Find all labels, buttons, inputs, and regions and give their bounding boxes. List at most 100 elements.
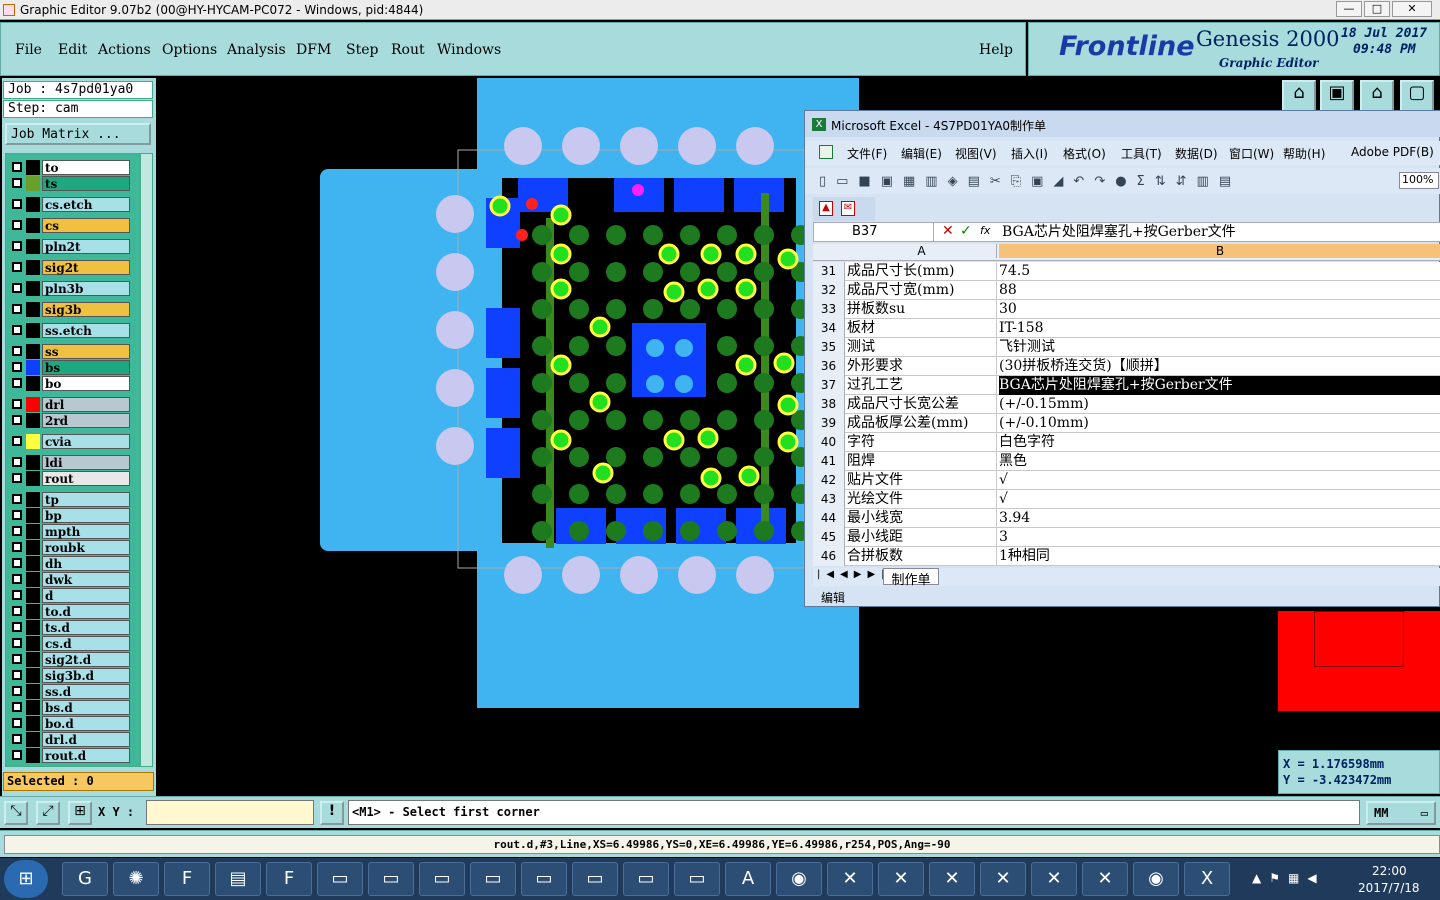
sheet-tab[interactable]: 制作单	[883, 568, 939, 588]
layer-checkbox[interactable]	[12, 622, 22, 632]
layer-color-swatch[interactable]	[26, 492, 40, 507]
layer-color-swatch[interactable]	[26, 260, 40, 275]
layer-color-swatch[interactable]	[26, 197, 40, 212]
excel-menu-item[interactable]: 文件(F)	[847, 145, 887, 162]
taskbar-app-icon[interactable]: F	[266, 862, 312, 896]
sheet-row[interactable]: 34 板材 IT-158	[813, 319, 1440, 338]
excel-menu-item[interactable]: 帮助(H)	[1283, 145, 1325, 162]
layer-color-swatch[interactable]	[26, 684, 40, 699]
row-number[interactable]: 34	[813, 319, 845, 338]
layer-color-swatch[interactable]	[26, 160, 40, 175]
layer-checkbox[interactable]	[12, 606, 22, 616]
taskbar-app-icon[interactable]: ▭	[572, 862, 618, 896]
row-number[interactable]: 40	[813, 433, 845, 452]
cell-a[interactable]: 拼板数su	[847, 300, 997, 319]
taskbar-app-icon[interactable]: ▭	[317, 862, 363, 896]
window-icon[interactable]: ▢	[1400, 80, 1434, 112]
clock-date[interactable]: 2017/7/18	[1358, 881, 1420, 895]
excel-menu-item[interactable]: 窗口(W)	[1229, 145, 1274, 162]
cell-b[interactable]: (+/-0.15mm)	[999, 395, 1440, 414]
cell-a[interactable]: 过孔工艺	[847, 376, 997, 395]
layer-checkbox[interactable]	[12, 325, 22, 335]
cell-b[interactable]: 30	[999, 300, 1440, 319]
clock-time[interactable]: 22:00	[1372, 864, 1407, 878]
layer-checkbox[interactable]	[12, 457, 22, 467]
layer-color-swatch[interactable]	[26, 716, 40, 731]
layer-checkbox[interactable]	[12, 378, 22, 388]
sheet-row[interactable]: 46 合拼板数 1种相同	[813, 547, 1440, 566]
sheet-row[interactable]: 33 拼板数su 30	[813, 300, 1440, 319]
layer-color-swatch[interactable]	[26, 413, 40, 428]
layer-color-swatch[interactable]	[26, 636, 40, 651]
sheet-row[interactable]: 32 成品尺寸宽(mm) 88	[813, 281, 1440, 300]
sheet-row[interactable]: 42 贴片文件 √	[813, 471, 1440, 490]
cell-b[interactable]: BGA芯片处阻焊塞孔+按Gerber文件	[999, 376, 1440, 395]
layer-color-swatch[interactable]	[26, 344, 40, 359]
pan-icon[interactable]: ⤢	[36, 801, 60, 825]
home-icon[interactable]: ⌂	[1282, 80, 1316, 112]
cell-b[interactable]: (30拼板桥连交货)【顺拼】	[999, 357, 1440, 376]
row-number[interactable]: 38	[813, 395, 845, 414]
taskbar-app-icon[interactable]: ◉	[776, 862, 822, 896]
layer-checkbox[interactable]	[12, 574, 22, 584]
taskbar-app-icon[interactable]: ▭	[419, 862, 465, 896]
layer-checkbox[interactable]	[12, 510, 22, 520]
cell-b[interactable]: (+/-0.10mm)	[999, 414, 1440, 433]
row-number[interactable]: 31	[813, 262, 845, 281]
start-button[interactable]: ⊞	[4, 860, 48, 898]
cell-b[interactable]: 3.94	[999, 509, 1440, 528]
sheet-row[interactable]: 43 光绘文件 √	[813, 490, 1440, 509]
layer-checkbox[interactable]	[12, 558, 22, 568]
cell-b[interactable]: IT-158	[999, 319, 1440, 338]
cell-a[interactable]: 外形要求	[847, 357, 997, 376]
row-number[interactable]: 35	[813, 338, 845, 357]
cell-a[interactable]: 字符	[847, 433, 997, 452]
excel-menu-item[interactable]: 格式(O)	[1063, 145, 1106, 162]
sheet-row[interactable]: 41 阻焊 黑色	[813, 452, 1440, 471]
row-number[interactable]: 42	[813, 471, 845, 490]
close-button[interactable]: ✕	[1392, 1, 1432, 17]
layer-checkbox[interactable]	[12, 494, 22, 504]
excel-menu-item[interactable]: 视图(V)	[955, 145, 997, 162]
row-number[interactable]: 32	[813, 281, 845, 300]
layer-checkbox[interactable]	[12, 220, 22, 230]
layer-color-swatch[interactable]	[26, 376, 40, 391]
cell-a[interactable]: 板材	[847, 319, 997, 338]
layer-checkbox[interactable]	[12, 346, 22, 356]
layer-color-swatch[interactable]	[26, 700, 40, 715]
cell-b[interactable]: 白色字符	[999, 433, 1440, 452]
layer-checkbox[interactable]	[12, 542, 22, 552]
layer-color-swatch[interactable]	[26, 281, 40, 296]
sheet-nav-icons[interactable]: |◀◀▶▶|	[817, 569, 891, 580]
excel-menu-item[interactable]: 工具(T)	[1121, 145, 1162, 162]
layer-checkbox[interactable]	[12, 262, 22, 272]
taskbar-app-icon[interactable]: A	[725, 862, 771, 896]
sheet-row[interactable]: 45 最小线距 3	[813, 528, 1440, 547]
unit-select[interactable]: MM ▭	[1366, 801, 1436, 825]
house-icon[interactable]: ⌂	[1360, 80, 1394, 112]
layer-color-swatch[interactable]	[26, 508, 40, 523]
taskbar-app-icon[interactable]: ▭	[368, 862, 414, 896]
name-box[interactable]: B37	[814, 223, 934, 241]
zoom-icon[interactable]: ⤡	[4, 801, 28, 825]
layer-color-swatch[interactable]	[26, 748, 40, 763]
taskbar-app-icon[interactable]: ▭	[470, 862, 516, 896]
taskbar-app-icon[interactable]: ✕	[929, 862, 975, 896]
layer-color-swatch[interactable]	[26, 732, 40, 747]
taskbar-app-icon[interactable]: ◉	[1133, 862, 1179, 896]
sheet-row[interactable]: 38 成品尺寸长宽公差 (+/-0.15mm)	[813, 395, 1440, 414]
cell-a[interactable]: 阻焊	[847, 452, 997, 471]
layer-color-swatch[interactable]	[26, 176, 40, 191]
taskbar-app-icon[interactable]: ▤	[215, 862, 261, 896]
layer-checkbox[interactable]	[12, 241, 22, 251]
row-number[interactable]: 39	[813, 414, 845, 433]
taskbar-app-icon[interactable]: ✕	[1082, 862, 1128, 896]
layer-color-swatch[interactable]	[26, 588, 40, 603]
taskbar-app-icon[interactable]: G	[62, 862, 108, 896]
layer-checkbox[interactable]	[12, 718, 22, 728]
cell-a[interactable]: 最小线宽	[847, 509, 997, 528]
layer-color-swatch[interactable]	[26, 323, 40, 338]
column-a-header[interactable]: A	[847, 244, 997, 258]
excel-menu-item[interactable]: 数据(D)	[1175, 145, 1218, 162]
layer-checkbox[interactable]	[12, 436, 22, 446]
